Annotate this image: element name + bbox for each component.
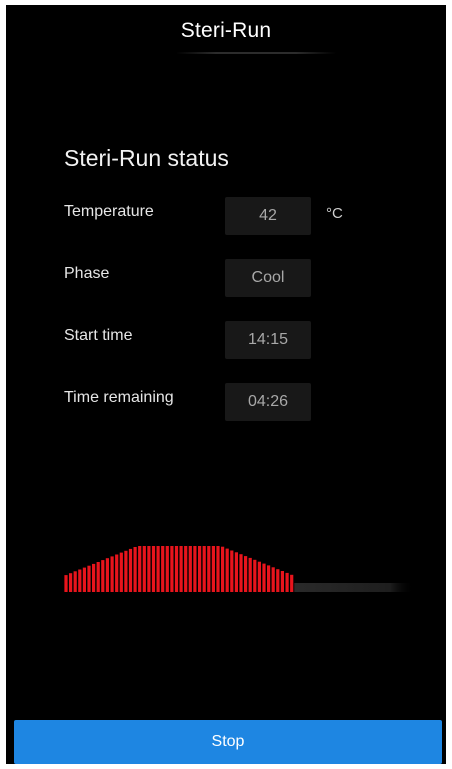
start-time-value-text: 14:15 (247, 331, 289, 348)
progress-bar-segment (184, 546, 188, 592)
progress-bar-segment (193, 546, 197, 592)
progress-bar-segment (276, 569, 280, 592)
progress-bar-segment (73, 571, 77, 592)
progress-bar-segment (128, 548, 133, 592)
progress-bar-segment (230, 550, 234, 592)
progress-bar-segment (202, 546, 206, 592)
progress-bar-segment (138, 546, 142, 592)
progress-bar-segment (207, 546, 211, 592)
progress-bar-segment (244, 556, 248, 592)
progress-bar-segment (211, 546, 215, 592)
app-title: Steri-Run (180, 19, 272, 42)
progress-bar-segment (170, 546, 174, 592)
progress-bar-segment (147, 546, 151, 592)
progress-bar-segment (216, 546, 220, 592)
temperature-unit: °C (326, 205, 343, 222)
progress-bar-segment (142, 546, 146, 592)
progress-bar-segment (267, 565, 271, 592)
progress-bar-segment (101, 560, 105, 592)
temperature-value-text: 42 (259, 207, 277, 224)
temperature-label: Temperature (64, 203, 154, 220)
progress-bar-segment (69, 573, 73, 592)
time-remaining-value-text: 04:26 (247, 393, 289, 410)
progress-bar-segment (110, 556, 114, 592)
phase-label: Phase (64, 265, 110, 282)
progress-bar-segment (174, 546, 179, 592)
progress-bar-segment (257, 561, 261, 592)
progress-bar-segment (78, 569, 82, 592)
progress-bar-segment (105, 558, 109, 592)
start-time-label: Start time (64, 327, 133, 344)
progress-bar-segment (87, 565, 91, 592)
progress-bar-segment (124, 550, 128, 592)
progress-bar-segment (262, 563, 266, 592)
progress-bar-segment (119, 552, 123, 592)
progress-bar-segment (151, 546, 156, 592)
cycle-progress-gauge (64, 546, 414, 592)
title-divider (176, 52, 336, 54)
progress-bar-segment (271, 567, 275, 592)
progress-bar-segment (248, 557, 252, 592)
progress-bar-segment (179, 546, 183, 592)
progress-bar-segment (133, 547, 137, 592)
progress-bar-segment (92, 563, 96, 592)
app-screen: Steri-Run Steri-Run status Temperature 4… (6, 5, 446, 764)
progress-remaining-track (294, 583, 414, 592)
progress-bar-segment (239, 554, 243, 592)
phase-value: Cool (225, 259, 311, 297)
progress-bar-segment (280, 571, 284, 592)
time-remaining-value: 04:26 (225, 383, 311, 421)
status-heading: Steri-Run status (64, 145, 229, 171)
progress-bar-segment (161, 546, 165, 592)
progress-bar-segment (198, 546, 202, 592)
progress-bar-segment (115, 554, 119, 592)
progress-bar-segment (64, 575, 68, 592)
progress-bar-segment (156, 546, 160, 592)
progress-bar-segment (253, 559, 257, 592)
start-time-value: 14:15 (225, 321, 311, 359)
progress-bar-segment (188, 546, 192, 592)
progress-bar-segment (96, 562, 100, 592)
time-remaining-label: Time remaining (64, 389, 174, 406)
progress-bar-segment (82, 567, 86, 592)
progress-bar-segment (225, 548, 229, 592)
stop-button[interactable]: Stop (14, 720, 442, 764)
progress-bar-segment (165, 546, 169, 592)
progress-bar-segment (234, 552, 238, 592)
progress-bar-segment (221, 546, 225, 592)
temperature-value: 42 (225, 197, 311, 235)
phase-value-text: Cool (251, 269, 285, 286)
stop-button-label: Stop (211, 733, 245, 750)
progress-bar-segment (285, 572, 289, 592)
progress-bar-segment (290, 574, 294, 592)
